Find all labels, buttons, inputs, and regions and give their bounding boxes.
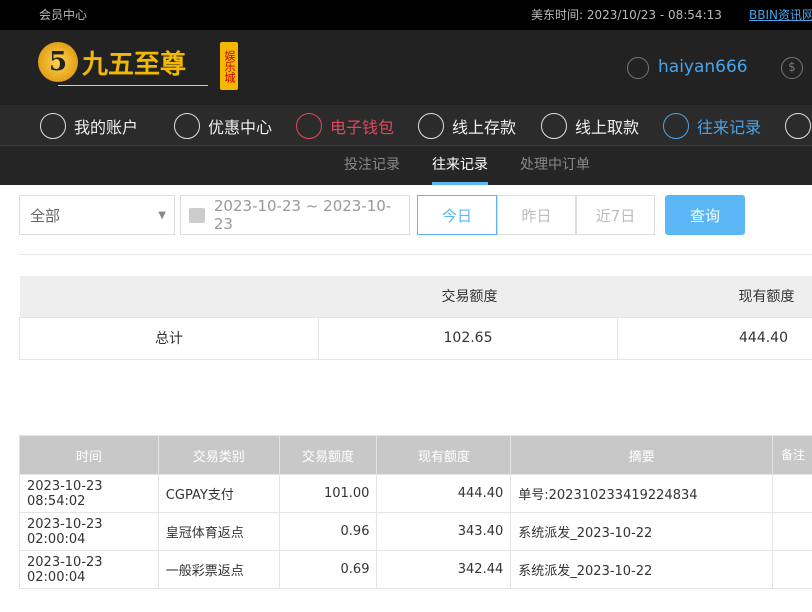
cell-summary: 系统派发_2023-10-22 [510, 550, 773, 589]
withdraw-icon [541, 112, 567, 139]
cell-balance: 343.40 [376, 512, 512, 551]
nav-deposit[interactable]: 线上存款 [418, 105, 516, 146]
cell-balance: 342.44 [376, 550, 512, 589]
nav-label: 我的账户 [74, 117, 139, 137]
nav-label: 线上存款 [452, 117, 517, 137]
member-center-label: 会员中心 [39, 8, 88, 22]
table-row: 2023-10-23 08:54:02 CGPAY支付 101.00 444.40 单号… [19, 474, 812, 513]
nav-label: 电子钱包 [330, 117, 395, 137]
summary-amount: 102.65 [318, 316, 618, 360]
col-amount: 交易额度 [278, 435, 378, 475]
subtab-pending[interactable]: 处理中订单 [520, 146, 590, 185]
col-remark: 备注 [772, 435, 812, 475]
summary-table: 交易额度 现有额度 总计 102.65 444.40 [19, 276, 812, 360]
summary-header-amount: 交易额度 [441, 289, 498, 306]
cell-time: 2023-10-23 08:54:02 [19, 474, 159, 513]
dollar-icon[interactable]: $ [781, 57, 803, 79]
yesterday-button[interactable]: 昨日 [497, 195, 576, 235]
type-select-value: 全部 [30, 206, 61, 225]
col-time: 时间 [19, 435, 159, 475]
logo-sub: 娱乐城 [220, 42, 238, 90]
cell-type: CGPAY支付 [157, 474, 280, 513]
cell-type: 皇冠体育返点 [157, 512, 280, 551]
nav-promotions[interactable]: 优惠中心 [174, 105, 272, 146]
bell-icon [785, 112, 811, 139]
summary-label: 总计 [19, 316, 319, 360]
summary-header-balance: 现有额度 [738, 289, 795, 306]
query-button[interactable]: 查询 [665, 195, 745, 235]
records-icon [663, 112, 689, 139]
main-nav: 我的账户 优惠中心 电子钱包 线上存款 线上取款 往来记录 [0, 105, 812, 146]
wallet-icon [296, 112, 322, 139]
date-range-input[interactable]: 2023-10-23 ~ 2023-10-23 [180, 195, 410, 235]
cell-summary: 系统派发_2023-10-22 [510, 512, 773, 551]
calendar-icon [189, 207, 205, 223]
top-bar: 会员中心 美东时间: 2023/10/23 - 08:54:13 BBIN资讯网 [0, 0, 812, 30]
type-select[interactable]: 全部 ▼ [19, 195, 175, 235]
nav-withdraw[interactable]: 线上取款 [541, 105, 639, 146]
table-row: 2023-10-23 02:00:04 皇冠体育返点 0.96 343.40 系统派发_… [19, 512, 812, 551]
chevron-down-icon: ▼ [158, 209, 166, 221]
cell-amount: 0.96 [278, 512, 378, 551]
deposit-icon [418, 112, 444, 139]
last-7-days-button[interactable]: 近7日 [576, 195, 655, 235]
nav-records[interactable]: 往来记录 [663, 105, 761, 146]
cell-type: 一般彩票返点 [157, 550, 280, 589]
cell-remark [772, 512, 812, 551]
cell-summary: 单号:202310233419224834 [510, 474, 773, 513]
col-summary: 摘要 [510, 435, 773, 475]
col-balance: 现有额度 [376, 435, 512, 475]
summary-balance: 444.40 [617, 316, 812, 360]
nav-notifications[interactable] [785, 105, 812, 146]
cell-time: 2023-10-23 02:00:04 [19, 512, 159, 551]
sub-nav: 投注记录 往来记录 处理中订单 [0, 146, 812, 185]
logo-text: 九五至尊 [82, 50, 187, 80]
date-range-value: 2023-10-23 ~ 2023-10-23 [213, 197, 392, 233]
nav-label: 线上取款 [575, 117, 640, 137]
transactions-table: 时间 交易类别 交易额度 现有额度 摘要 备注 2023-10-23 08:54… [19, 435, 812, 589]
table-row: 2023-10-23 02:00:04 一般彩票返点 0.69 342.44 系统派发_… [19, 550, 812, 589]
username[interactable]: haiyan666 [658, 57, 748, 77]
bbin-link[interactable]: BBIN资讯网 [749, 6, 812, 23]
logo-ornament [58, 85, 208, 86]
cell-balance: 444.40 [376, 474, 512, 513]
cell-time: 2023-10-23 02:00:04 [19, 550, 159, 589]
user-icon [40, 112, 66, 139]
cell-amount: 101.00 [278, 474, 378, 513]
divider [19, 254, 812, 255]
header: 5 九五至尊 娱乐城 haiyan666 $ [0, 30, 812, 105]
today-button[interactable]: 今日 [417, 195, 497, 235]
time-display: 美东时间: 2023/10/23 - 08:54:13 [531, 8, 722, 22]
nav-label: 优惠中心 [208, 117, 273, 137]
nav-wallet[interactable]: 电子钱包 [296, 105, 394, 146]
subtab-transactions[interactable]: 往来记录 [432, 146, 488, 185]
logo-icon: 5 [38, 42, 78, 82]
cell-remark [772, 550, 812, 589]
subtab-bets[interactable]: 投注记录 [344, 146, 400, 185]
nav-my-account[interactable]: 我的账户 [40, 105, 138, 146]
cell-remark [772, 474, 812, 513]
user-icon [627, 57, 649, 79]
col-type: 交易类别 [157, 435, 280, 475]
gift-icon [174, 112, 200, 139]
nav-label: 往来记录 [697, 117, 762, 137]
cell-amount: 0.69 [278, 550, 378, 589]
